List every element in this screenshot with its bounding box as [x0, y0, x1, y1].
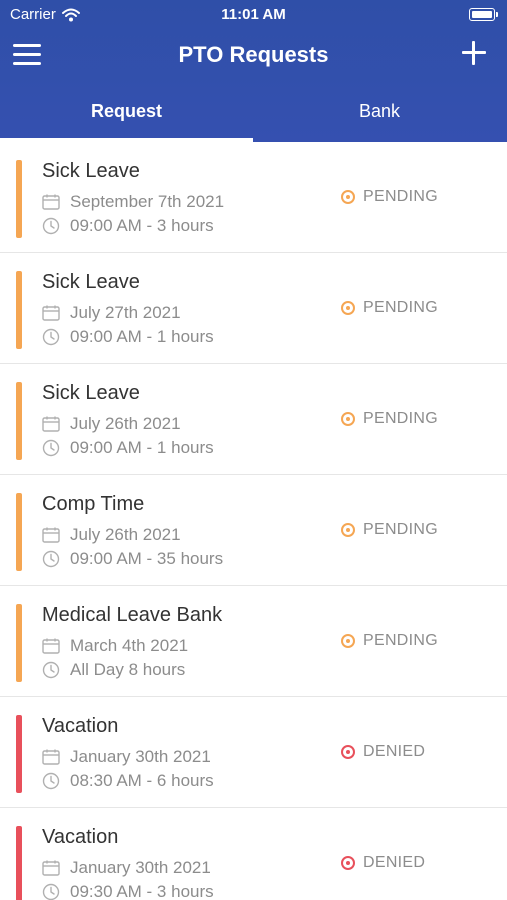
request-time: 09:00 AM - 3 hours	[42, 216, 214, 236]
tab-bar: Request Bank	[0, 80, 507, 142]
calendar-icon	[42, 638, 60, 654]
status-dot-icon	[341, 301, 355, 315]
clock-icon	[42, 328, 60, 346]
status-label: PENDING	[363, 410, 438, 427]
status-label: PENDING	[363, 521, 438, 538]
request-time: 09:00 AM - 35 hours	[42, 549, 223, 569]
calendar-icon	[42, 416, 60, 432]
request-date: March 4th 2021	[42, 636, 188, 656]
status-label: PENDING	[363, 632, 438, 649]
calendar-icon	[42, 527, 60, 543]
request-row[interactable]: Sick Leave July 26th 2021 09:00 AM - 1 h…	[0, 364, 507, 475]
request-time: All Day 8 hours	[42, 660, 185, 680]
status-accent-bar	[16, 826, 22, 900]
request-time: 09:00 AM - 1 hours	[42, 327, 214, 347]
page-title: PTO Requests	[178, 42, 329, 67]
status-badge: PENDING	[341, 188, 438, 206]
status-dot-icon	[341, 856, 355, 870]
request-date-text: July 26th 2021	[70, 414, 181, 433]
request-time-text: 09:00 AM - 1 hours	[70, 438, 214, 457]
app-header: Carrier 11:01 AM PTO Requests Request Ba…	[0, 0, 507, 142]
request-date: September 7th 2021	[42, 192, 224, 212]
navigation-bar: PTO Requests	[0, 30, 507, 80]
request-type: Sick Leave	[42, 160, 140, 182]
status-accent-bar	[16, 271, 22, 349]
request-row[interactable]: Sick Leave September 7th 2021 09:00 AM -…	[0, 142, 507, 253]
status-badge: PENDING	[341, 410, 438, 428]
add-request-button[interactable]	[459, 38, 489, 68]
request-type: Medical Leave Bank	[42, 604, 223, 626]
request-time: 08:30 AM - 6 hours	[42, 771, 214, 791]
request-row[interactable]: Vacation January 30th 2021 09:30 AM - 3 …	[0, 808, 507, 900]
request-time: 09:30 AM - 3 hours	[42, 882, 214, 900]
request-date: July 26th 2021	[42, 525, 181, 545]
tab-bank[interactable]: Bank	[253, 80, 506, 142]
request-time-text: 09:30 AM - 3 hours	[70, 882, 214, 900]
request-date: January 30th 2021	[42, 858, 211, 878]
clock-icon	[42, 217, 60, 235]
status-label: PENDING	[363, 188, 438, 205]
request-date-text: January 30th 2021	[70, 858, 211, 877]
clock: 11:01 AM	[221, 6, 286, 23]
status-label: PENDING	[363, 299, 438, 316]
status-badge: PENDING	[341, 521, 438, 539]
request-type: Vacation	[42, 826, 119, 848]
request-date: January 30th 2021	[42, 747, 211, 767]
request-type: Vacation	[42, 715, 119, 737]
request-time-text: All Day 8 hours	[70, 660, 186, 679]
status-badge: PENDING	[341, 632, 438, 650]
calendar-icon	[42, 305, 60, 321]
request-date-text: March 4th 2021	[70, 636, 189, 655]
status-label: DENIED	[363, 743, 426, 760]
request-time-text: 09:00 AM - 1 hours	[70, 327, 214, 346]
status-badge: DENIED	[341, 854, 425, 872]
request-row[interactable]: Vacation January 30th 2021 08:30 AM - 6 …	[0, 697, 507, 808]
request-type: Sick Leave	[42, 382, 140, 404]
status-dot-icon	[341, 412, 355, 426]
calendar-icon	[42, 749, 60, 765]
request-date: July 26th 2021	[42, 414, 181, 434]
request-date-text: September 7th 2021	[70, 192, 225, 211]
status-dot-icon	[341, 634, 355, 648]
status-accent-bar	[16, 493, 22, 571]
request-time-text: 09:00 AM - 3 hours	[70, 216, 214, 235]
status-label: DENIED	[363, 854, 426, 871]
request-row[interactable]: Comp Time July 26th 2021 09:00 AM - 35 h…	[0, 475, 507, 586]
request-type: Comp Time	[42, 493, 145, 515]
clock-icon	[42, 661, 60, 679]
status-badge: PENDING	[341, 299, 438, 317]
status-accent-bar	[16, 160, 22, 238]
request-row[interactable]: Sick Leave July 27th 2021 09:00 AM - 1 h…	[0, 253, 507, 364]
request-date-text: July 27th 2021	[70, 303, 181, 322]
clock-icon	[42, 550, 60, 568]
request-date-text: January 30th 2021	[70, 747, 211, 766]
status-dot-icon	[341, 523, 355, 537]
status-accent-bar	[16, 382, 22, 460]
request-time-text: 09:00 AM - 35 hours	[70, 549, 224, 568]
request-date-text: July 26th 2021	[70, 525, 181, 544]
status-dot-icon	[341, 190, 355, 204]
request-row[interactable]: Medical Leave Bank March 4th 2021 All Da…	[0, 586, 507, 697]
battery-icon	[469, 8, 498, 21]
request-time: 09:00 AM - 1 hours	[42, 438, 214, 458]
calendar-icon	[42, 860, 60, 876]
request-list: Sick Leave September 7th 2021 09:00 AM -…	[0, 142, 507, 900]
status-dot-icon	[341, 745, 355, 759]
request-time-text: 08:30 AM - 6 hours	[70, 771, 214, 790]
status-accent-bar	[16, 604, 22, 682]
status-accent-bar	[16, 715, 22, 793]
tab-request[interactable]: Request	[0, 80, 253, 142]
request-type: Sick Leave	[42, 271, 140, 293]
clock-icon	[42, 439, 60, 457]
request-date: July 27th 2021	[42, 303, 181, 323]
calendar-icon	[42, 194, 60, 210]
status-badge: DENIED	[341, 743, 425, 761]
status-bar: Carrier 11:01 AM	[0, 0, 507, 30]
clock-icon	[42, 883, 60, 900]
clock-icon	[42, 772, 60, 790]
